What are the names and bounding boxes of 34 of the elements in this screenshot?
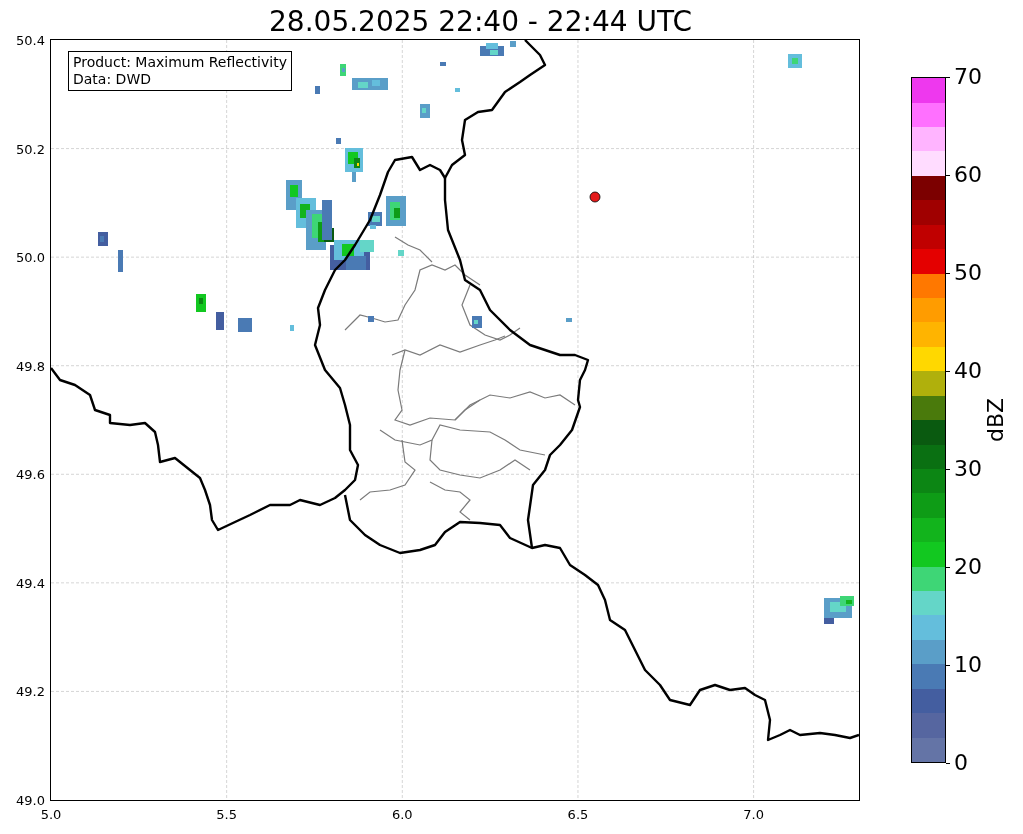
- colorbar-tick-label: 0: [954, 752, 968, 774]
- y-tick-label: 49.8: [16, 359, 45, 373]
- colorbar-tick-label: 70: [954, 66, 982, 88]
- district-border: [429, 481, 471, 521]
- y-tick-label: 49.4: [16, 576, 45, 590]
- colorbar-tick-label: 10: [954, 654, 982, 676]
- legend-text: Data: DWD: [73, 70, 152, 88]
- radar-echo: [788, 54, 802, 68]
- colorbar-tick-label: 30: [954, 458, 982, 480]
- radar-echo: [440, 62, 460, 92]
- radar-echo: [98, 232, 123, 272]
- chart-title: 28.05.2025 22:40 - 22:44 UTC: [268, 3, 693, 36]
- legend-text: Product: Maximum Reflectivity: [73, 54, 287, 71]
- y-tick-label: 50.0: [16, 250, 45, 264]
- location-marker: [589, 191, 601, 203]
- x-tick-label: 5.5: [216, 808, 237, 821]
- y-tick-label: 49.2: [16, 684, 45, 698]
- y-tick-label: 49.6: [16, 467, 45, 481]
- colorbar-tick-label: 50: [954, 262, 982, 284]
- colorbar-tick-label: 40: [954, 360, 982, 382]
- y-tick-label: 49.0: [16, 793, 45, 807]
- colorbar-tick-label: 60: [954, 164, 982, 186]
- y-tick-label: 50.4: [16, 33, 45, 47]
- x-tick-label: 5.0: [40, 808, 62, 821]
- x-tick-label: 6.5: [567, 808, 589, 821]
- radar-echo: [420, 104, 430, 118]
- radar-echo: [480, 41, 516, 56]
- y-tick-label: 50.2: [16, 142, 45, 156]
- radar-echo: [340, 64, 346, 76]
- x-tick-label: 6.0: [391, 808, 413, 821]
- colorbar-label: dBZ: [985, 397, 1007, 443]
- x-tick-label: 7.0: [743, 808, 764, 821]
- colorbar-tick-label: 20: [954, 556, 982, 578]
- radar-echo: [824, 596, 854, 624]
